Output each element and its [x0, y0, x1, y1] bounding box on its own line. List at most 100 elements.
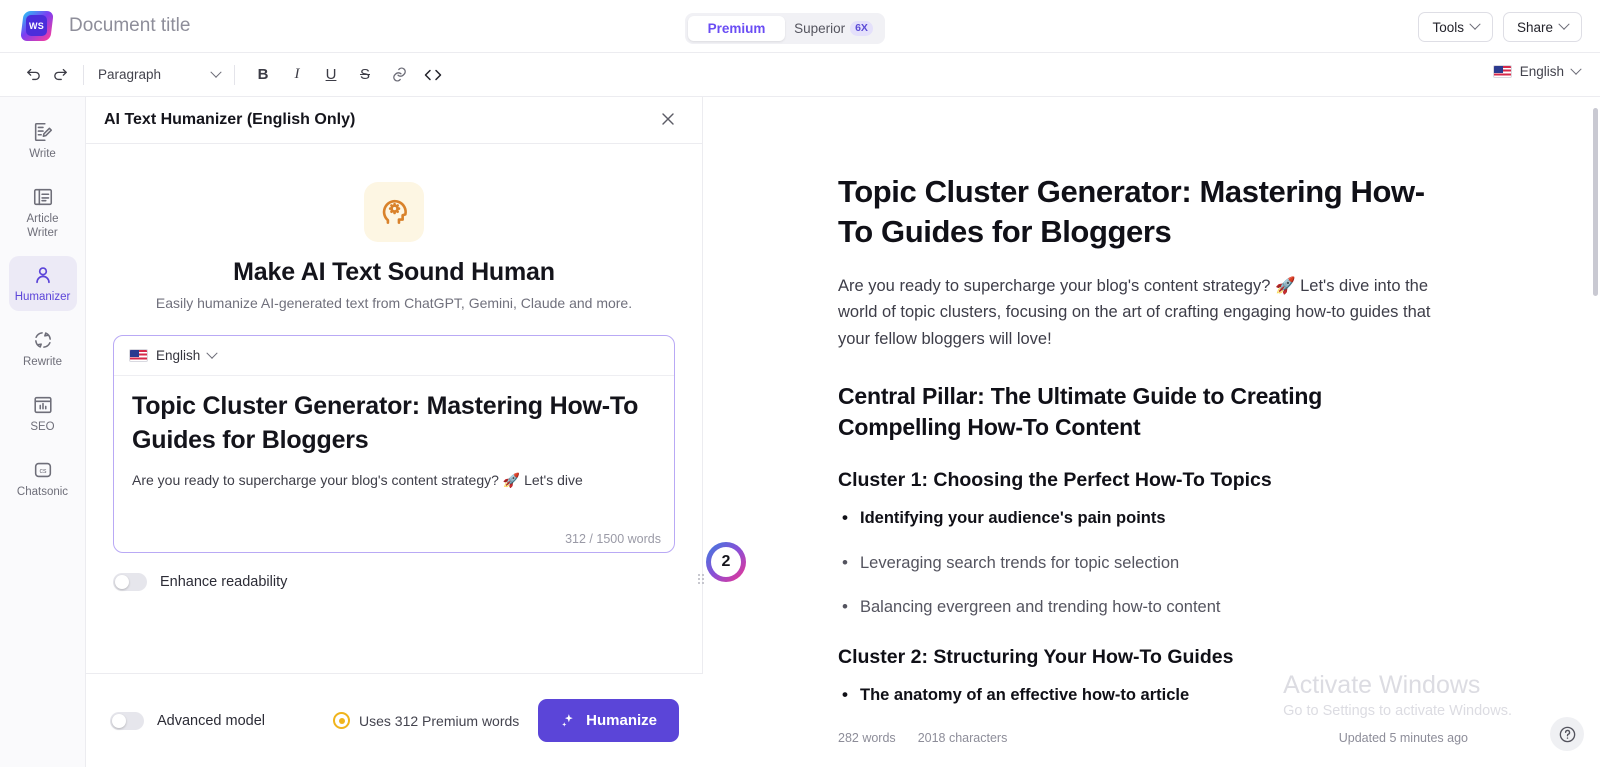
- input-language-label: English: [156, 348, 201, 363]
- bold-button[interactable]: B: [249, 62, 277, 88]
- paragraph-style-label: Paragraph: [98, 67, 162, 82]
- document-content: Topic Cluster Generator: Mastering How-T…: [704, 97, 1600, 708]
- chart-window-icon: [33, 396, 52, 414]
- sidebar-item-label: Humanizer: [14, 291, 71, 304]
- panel-body: Make AI Text Sound Human Easily humanize…: [86, 144, 702, 673]
- document-heading-1[interactable]: Topic Cluster Generator: Mastering How-T…: [838, 172, 1450, 253]
- tab-premium-label: Premium: [707, 21, 766, 36]
- list-item[interactable]: Identifying your audience's pain points: [838, 505, 1450, 531]
- humanizer-input-card[interactable]: English Topic Cluster Generator: Masteri…: [113, 335, 675, 553]
- document-heading-2[interactable]: Central Pillar: The Ultimate Guide to Cr…: [838, 381, 1450, 443]
- toolbar-divider: [83, 64, 84, 85]
- panel-footer: Advanced model Uses 312 Premium words Hu…: [86, 673, 703, 767]
- share-button[interactable]: Share: [1502, 12, 1582, 42]
- document-title[interactable]: Document title: [69, 15, 190, 37]
- sidebar-item-label: Article Writer: [26, 212, 59, 239]
- advanced-model-toggle[interactable]: [110, 711, 144, 730]
- article-icon: [33, 188, 52, 205]
- close-icon[interactable]: [658, 109, 680, 131]
- panel-header: AI Text Humanizer (English Only): [86, 97, 702, 144]
- chevron-down-icon: [1570, 63, 1582, 75]
- hero-heading: Make AI Text Sound Human: [233, 258, 555, 286]
- app-logo[interactable]: WS: [20, 11, 54, 41]
- sidebar-item-label: Write: [29, 148, 56, 160]
- enhance-readability-label: Enhance readability: [160, 574, 288, 590]
- hero-subheading: Easily humanize AI-generated text from C…: [155, 295, 633, 311]
- cs-icon: cs: [34, 462, 51, 477]
- help-button[interactable]: [1550, 717, 1584, 751]
- question-mark-icon: [1559, 726, 1575, 742]
- paragraph-style-select[interactable]: Paragraph: [98, 62, 222, 88]
- document-editor[interactable]: Topic Cluster Generator: Mastering How-T…: [704, 97, 1600, 767]
- tab-superior-label: Superior: [794, 21, 846, 36]
- sidebar-item-chatsonic[interactable]: cs Chatsonic: [9, 451, 77, 506]
- chevron-down-icon: [1558, 18, 1570, 30]
- head-gear-icon: [382, 199, 407, 224]
- refresh-icon: [34, 332, 51, 349]
- tab-premium[interactable]: Premium: [688, 16, 785, 41]
- coin-icon: [333, 712, 351, 729]
- watermark-title: Activate Windows: [1283, 671, 1481, 700]
- us-flag-icon: [1492, 65, 1512, 78]
- list-item[interactable]: Balancing evergreen and trending how-to …: [838, 594, 1450, 620]
- last-updated-stat: Updated 5 minutes ago: [1338, 731, 1468, 745]
- panel-title: AI Text Humanizer (English Only): [104, 111, 356, 128]
- document-intro-paragraph[interactable]: Are you ready to supercharge your blog's…: [838, 273, 1450, 353]
- sidebar-item-label: Chatsonic: [16, 485, 69, 498]
- page-scrollbar[interactable]: [1593, 108, 1598, 296]
- format-toolbar: Paragraph B I U S English: [0, 53, 1600, 97]
- tab-superior[interactable]: Superior 6X: [785, 16, 882, 41]
- strikethrough-button[interactable]: S: [351, 62, 379, 88]
- premium-words-usage: Uses 312 Premium words: [359, 712, 520, 729]
- sidebar-item-rewrite[interactable]: Rewrite: [9, 321, 77, 376]
- redo-icon[interactable]: [52, 66, 69, 83]
- advanced-model-label: Advanced model: [157, 712, 266, 729]
- watermark-subtitle: Go to Settings to activate Windows.: [1283, 703, 1512, 719]
- annotation-marker-number: 2: [711, 547, 741, 577]
- drag-handle-icon[interactable]: [698, 574, 708, 586]
- humanizer-input-text[interactable]: Topic Cluster Generator: Mastering How-T…: [114, 376, 674, 458]
- left-sidebar: Write Article Writer Humanizer Rewrite S…: [0, 97, 86, 767]
- enhance-readability-toggle[interactable]: [113, 573, 147, 591]
- cluster-1-list: Identifying your audience's pain points …: [838, 505, 1450, 620]
- enhance-readability-row: Enhance readability: [113, 573, 675, 591]
- code-icon[interactable]: [419, 62, 447, 88]
- sidebar-item-write[interactable]: Write: [9, 113, 77, 168]
- document-edit-icon: [34, 122, 52, 142]
- sidebar-item-humanizer[interactable]: Humanizer: [8, 256, 77, 312]
- chevron-down-icon: [206, 347, 218, 359]
- link-icon[interactable]: [385, 62, 413, 88]
- editor-language-label: English: [1519, 64, 1564, 79]
- sidebar-item-article-writer[interactable]: Article Writer: [9, 178, 77, 247]
- annotation-marker[interactable]: 2: [698, 542, 746, 584]
- sidebar-item-seo[interactable]: SEO: [9, 386, 77, 441]
- word-count-stat: 282 words: [838, 731, 896, 745]
- annotation-marker-ring: 2: [706, 542, 746, 582]
- person-icon: [35, 267, 50, 284]
- chevron-down-icon: [210, 66, 222, 78]
- mode-switcher: Premium Superior 6X: [685, 13, 885, 44]
- humanizer-hero-icon-container: [364, 182, 424, 242]
- underline-button[interactable]: U: [317, 62, 345, 88]
- logo-monogram: WS: [26, 15, 47, 36]
- windows-activation-watermark: Activate Windows Go to Settings to activ…: [1283, 671, 1512, 719]
- list-item[interactable]: Leveraging search trends for topic selec…: [838, 550, 1450, 576]
- tools-label: Tools: [1432, 19, 1464, 35]
- humanize-button[interactable]: Humanize: [538, 699, 679, 742]
- header-actions: Tools Share: [1418, 12, 1582, 42]
- document-stats: 282 words 2018 characters: [838, 731, 1007, 745]
- editor-language-select[interactable]: English: [1492, 63, 1582, 79]
- undo-icon[interactable]: [25, 66, 42, 83]
- tools-button[interactable]: Tools: [1418, 12, 1493, 42]
- italic-button[interactable]: I: [283, 62, 311, 88]
- share-label: Share: [1516, 19, 1553, 35]
- cluster-2-heading[interactable]: Cluster 2: Structuring Your How-To Guide…: [838, 646, 1450, 669]
- humanize-button-label: Humanize: [586, 712, 657, 729]
- input-language-select[interactable]: English: [114, 336, 674, 376]
- humanizer-panel: AI Text Humanizer (English Only) Make AI…: [86, 97, 703, 767]
- humanizer-input-body[interactable]: Are you ready to supercharge your blog's…: [114, 470, 674, 492]
- chevron-down-icon: [1469, 18, 1481, 30]
- cluster-1-heading[interactable]: Cluster 1: Choosing the Perfect How-To T…: [838, 469, 1450, 492]
- sparkles-icon: [562, 714, 573, 727]
- character-count-stat: 2018 characters: [917, 731, 1008, 745]
